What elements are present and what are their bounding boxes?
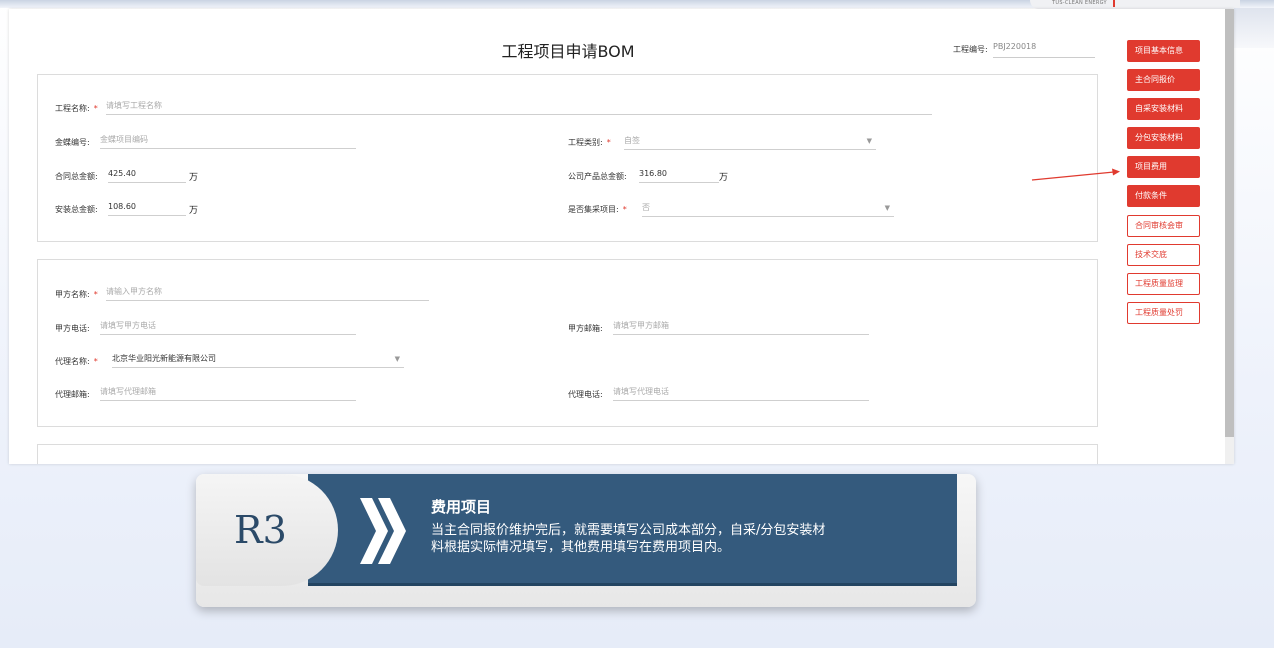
- project-no-field[interactable]: PBJ220018: [993, 42, 1095, 58]
- install-total-unit: 万: [189, 206, 199, 216]
- contract-total-unit: 万: [189, 173, 199, 183]
- party-a-email-label: 甲方邮箱:: [568, 324, 603, 333]
- party-a-name-label: 甲方名称: *: [55, 290, 98, 299]
- kingdee-no-input[interactable]: 金蝶项目编码: [100, 133, 356, 149]
- party-info-panel: 甲方名称: * 请输入甲方名称 甲方电话: 请填写甲方电话 甲方邮箱: 请填写甲方…: [37, 259, 1098, 427]
- product-total-unit: 万: [719, 173, 729, 183]
- sidebar-item-project-costs[interactable]: 项目费用: [1127, 156, 1200, 178]
- scrollbar-track[interactable]: [1225, 437, 1234, 464]
- product-total-input[interactable]: 316.80: [639, 167, 719, 183]
- agent-name-value: 北京华业阳光新能源有限公司: [112, 354, 216, 363]
- product-total-label: 公司产品总金额:: [568, 172, 627, 181]
- contract-total-input[interactable]: 425.40: [108, 167, 186, 183]
- sidebar-item-contract-review[interactable]: 合同审核会审: [1127, 215, 1200, 237]
- scrollbar-thumb[interactable]: [1225, 9, 1234, 437]
- project-type-select[interactable]: 自签 ▼: [624, 134, 876, 150]
- centralized-value: 否: [642, 203, 650, 212]
- party-a-email-input[interactable]: 请填写甲方邮箱: [613, 319, 869, 335]
- chevron-down-icon: ▼: [394, 355, 400, 363]
- agent-phone-input[interactable]: 请填写代理电话: [613, 385, 869, 401]
- callout-title: 费用项目: [431, 498, 492, 516]
- sidebar-item-quality-supervision[interactable]: 工程质量监理: [1127, 273, 1200, 295]
- agent-email-label: 代理邮箱:: [55, 390, 90, 399]
- double-chevron-icon: [360, 498, 406, 564]
- project-name-input[interactable]: 请填写工程名称: [106, 99, 932, 115]
- party-a-phone-label: 甲方电话:: [55, 324, 90, 333]
- step-badge: R3: [234, 508, 287, 552]
- sidebar-item-quality-penalty[interactable]: 工程质量处罚: [1127, 302, 1200, 324]
- sidebar-item-payment-terms[interactable]: 付款条件: [1127, 185, 1200, 207]
- sidebar-item-basic-info[interactable]: 项目基本信息: [1127, 40, 1200, 62]
- sidebar-item-subcontract-materials[interactable]: 分包安装材料: [1127, 127, 1200, 149]
- logo-text: TUS-CLEAN ENERGY: [1052, 0, 1107, 6]
- agent-email-input[interactable]: 请填写代理邮箱: [100, 385, 356, 401]
- sidebar-item-self-purchased-materials[interactable]: 自采安装材料: [1127, 98, 1200, 120]
- install-total-label: 安装总金额:: [55, 205, 98, 214]
- project-info-panel: 工程名称: * 请填写工程名称 金蝶编号: 金蝶项目编码 工程类别: * 自签 ▼ …: [37, 74, 1098, 242]
- agent-name-select[interactable]: 北京华业阳光新能源有限公司 ▼: [112, 352, 404, 368]
- kingdee-no-label: 金蝶编号:: [55, 138, 90, 147]
- party-a-phone-input[interactable]: 请填写甲方电话: [100, 319, 356, 335]
- chevron-down-icon: ▼: [884, 204, 890, 212]
- pointer-arrow-icon: [1031, 168, 1120, 181]
- chevron-down-icon: ▼: [866, 137, 872, 145]
- window-edge: [1234, 8, 1274, 48]
- project-type-label: 工程类别: *: [568, 138, 611, 147]
- form-window: 工程项目申请BOM 工程编号: PBJ220018 工程名称: * 请填写工程名称…: [9, 9, 1234, 464]
- sidebar-item-tech-briefing[interactable]: 技术交底: [1127, 244, 1200, 266]
- sidebar-item-main-contract-quote[interactable]: 主合同报价: [1127, 69, 1200, 91]
- project-no-label: 工程编号:: [953, 45, 988, 54]
- callout-body: 当主合同报价维护完后，就需要填写公司成本部分，自采/分包安装材料根据实际情况填写…: [431, 523, 826, 555]
- centralized-select[interactable]: 否 ▼: [642, 201, 894, 217]
- agent-phone-label: 代理电话:: [568, 390, 603, 399]
- logo-accent-bar: [1113, 0, 1115, 7]
- next-panel: [37, 444, 1098, 464]
- callout-banner-shadow: [308, 583, 957, 586]
- contract-total-label: 合同总金额:: [55, 172, 98, 181]
- project-name-label: 工程名称: *: [55, 104, 98, 113]
- project-type-value: 自签: [624, 136, 640, 145]
- agent-name-label: 代理名称: *: [55, 357, 98, 366]
- centralized-label: 是否集采项目: *: [568, 205, 627, 214]
- install-total-input[interactable]: 108.60: [108, 200, 186, 216]
- party-a-name-input[interactable]: 请输入甲方名称: [106, 285, 429, 301]
